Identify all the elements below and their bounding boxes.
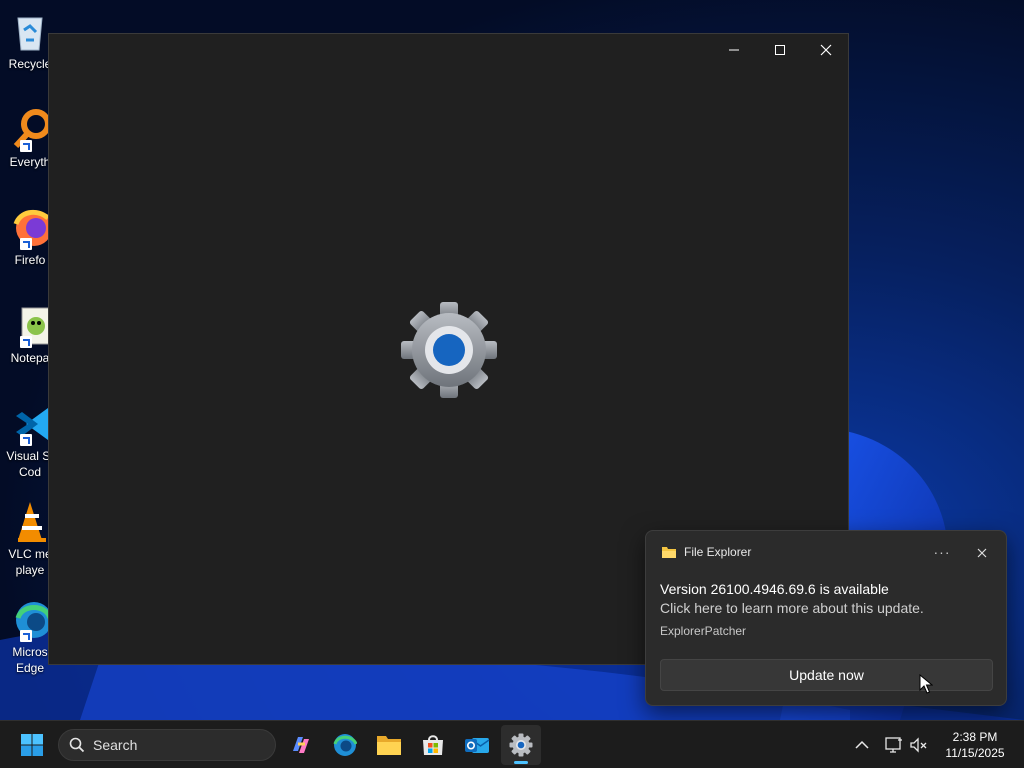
search-icon <box>69 737 85 753</box>
maximize-icon <box>775 45 785 55</box>
firefox-icon <box>8 206 52 250</box>
edge-icon <box>8 598 53 642</box>
chevron-up-icon <box>855 740 869 749</box>
show-hidden-icons-button[interactable] <box>850 733 874 757</box>
microsoft-store-icon <box>423 735 443 755</box>
notepad-plus-plus-icon <box>8 304 52 348</box>
toast-title[interactable]: Version 26100.4946.69.6 is available <box>660 581 889 597</box>
taskbar-settings[interactable] <box>501 725 541 765</box>
file-explorer-icon <box>377 736 401 755</box>
copilot-icon <box>293 737 309 753</box>
clock-date: 11/15/2025 <box>945 746 1005 760</box>
recycle-bin-icon <box>8 10 52 54</box>
shortcut-arrow-icon <box>20 630 32 642</box>
start-button[interactable] <box>12 725 52 765</box>
shortcut-arrow-icon <box>20 434 32 446</box>
network-icon <box>885 737 902 753</box>
notification-toast[interactable]: File Explorer ··· Version 26100.4946.69.… <box>645 530 1007 706</box>
clock-time: 2:38 PM <box>952 730 998 744</box>
windows-logo-icon <box>21 734 43 756</box>
everything-search-icon <box>8 108 52 152</box>
shortcut-arrow-icon <box>20 140 32 152</box>
taskbar-outlook[interactable] <box>457 725 497 765</box>
toast-header: File Explorer <box>662 545 751 559</box>
taskbar-search-box[interactable]: Search <box>58 729 276 761</box>
toast-close-button[interactable] <box>968 541 996 565</box>
outlook-icon <box>465 738 490 753</box>
edge-icon <box>333 734 357 756</box>
network-tray-button[interactable] <box>882 733 906 757</box>
vscode-icon <box>8 402 52 446</box>
shortcut-arrow-icon <box>20 336 32 348</box>
volume-muted-icon <box>910 737 927 753</box>
volume-tray-button[interactable] <box>907 733 931 757</box>
maximize-button[interactable] <box>757 34 803 66</box>
taskbar-copilot[interactable] <box>281 725 321 765</box>
minimize-icon <box>729 49 739 51</box>
search-placeholder: Search <box>93 737 138 753</box>
vlc-icon <box>8 500 52 544</box>
taskbar-clock[interactable]: 2:38 PM 11/15/2025 <box>936 729 1014 761</box>
settings-gear-icon <box>401 302 497 398</box>
toast-app-name: File Explorer <box>684 545 752 559</box>
mouse-cursor-icon <box>919 674 933 694</box>
settings-icon <box>509 733 533 757</box>
close-icon <box>820 44 832 56</box>
toast-attribution: ExplorerPatcher <box>660 624 747 638</box>
taskbar-file-explorer[interactable] <box>369 725 409 765</box>
close-button[interactable] <box>803 34 849 66</box>
shortcut-arrow-icon <box>20 238 32 250</box>
taskbar-edge[interactable] <box>325 725 365 765</box>
taskbar-microsoft-store[interactable] <box>413 725 453 765</box>
folder-icon <box>662 547 676 558</box>
update-now-button[interactable]: Update now <box>660 659 993 691</box>
toast-body[interactable]: Click here to learn more about this upda… <box>660 600 924 616</box>
close-icon <box>977 548 987 558</box>
taskbar: Search 2:38 PM 11/15/2025 <box>0 720 1024 768</box>
toast-more-options-button[interactable]: ··· <box>928 541 956 565</box>
minimize-button[interactable] <box>711 34 757 66</box>
active-app-indicator <box>514 761 528 764</box>
